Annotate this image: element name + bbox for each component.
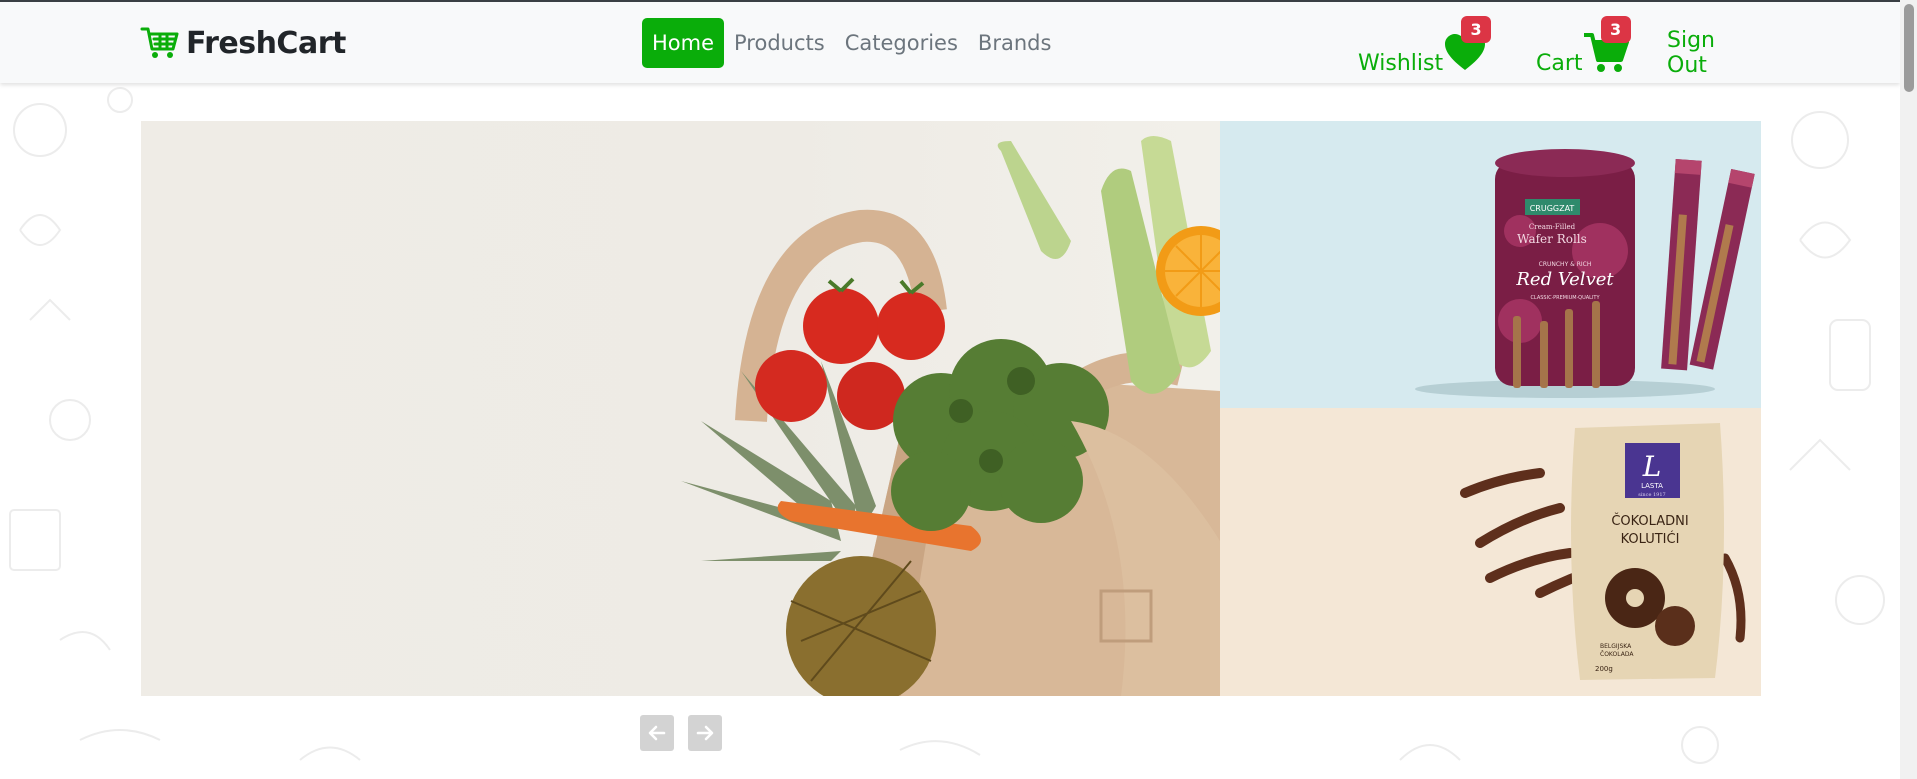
cart-icon-wrap: 3 <box>1583 16 1631 76</box>
arrow-left-icon <box>648 725 666 741</box>
side-banner-top[interactable]: CRUGGZAT Cream-Filled Wafer Rolls CRUNCH… <box>1220 121 1761 408</box>
lasta-sub2-text: ČOKOLADA <box>1600 651 1634 658</box>
main-nav: Home Products Categories Brands <box>642 18 1061 68</box>
wafer-line1-text: Cream-Filled <box>1529 223 1576 231</box>
user-actions: Wishlist 3 Cart 3 Sign Out <box>1358 16 1760 78</box>
main-slide-image[interactable] <box>141 121 1220 696</box>
cart-label: Cart <box>1536 51 1583 76</box>
wafer-tag-text: CRUNCHY & RICH <box>1539 261 1592 268</box>
nav-categories[interactable]: Categories <box>835 18 968 68</box>
navbar: FreshCart Home Products Categories Brand… <box>0 0 1900 83</box>
sign-out-link[interactable]: Sign Out <box>1667 28 1760 78</box>
nav-products[interactable]: Products <box>724 18 835 68</box>
brand-name: FreshCart <box>186 25 346 61</box>
nav-home[interactable]: Home <box>642 18 725 68</box>
slider-controls <box>640 715 722 751</box>
wafer-sub-text: CLASSIC·PREMIUM·QUALITY <box>1530 295 1600 301</box>
side-banner-bottom[interactable]: L LASTA since 1917 ČOKOLADNI KOLUTIĆI BE… <box>1220 408 1761 696</box>
brand-logo[interactable]: FreshCart <box>140 25 346 61</box>
wishlist-count-badge: 3 <box>1461 16 1492 43</box>
hero-banner: CRUGGZAT Cream-Filled Wafer Rolls CRUNCH… <box>141 121 1761 696</box>
lasta-since-text: since 1917 <box>1638 492 1665 498</box>
slider-prev-button[interactable] <box>640 715 674 751</box>
lasta-name2-text: KOLUTIĆI <box>1621 531 1680 547</box>
grocery-bag-illustration <box>681 136 1220 696</box>
arrow-right-icon <box>696 725 714 741</box>
chocolate-cookies-product: L LASTA since 1917 ČOKOLADNI KOLUTIĆI BE… <box>1460 423 1746 680</box>
lasta-weight-text: 200g <box>1595 665 1613 673</box>
lasta-name1-text: ČOKOLADNI <box>1611 513 1688 529</box>
wafer-line2-text: Wafer Rolls <box>1517 232 1587 246</box>
cart-count-badge: 3 <box>1600 16 1631 43</box>
scrollbar-thumb[interactable] <box>1904 4 1914 92</box>
shopping-cart-icon <box>140 27 179 58</box>
wishlist-label: Wishlist <box>1358 51 1444 76</box>
wafer-flavor-text: Red Velvet <box>1515 269 1614 290</box>
slider-next-button[interactable] <box>688 715 722 751</box>
page-scrollbar[interactable] <box>1900 0 1917 779</box>
lasta-sub1-text: BELGIJSKA <box>1600 643 1632 650</box>
lasta-brand-text: LASTA <box>1641 482 1663 490</box>
wafer-brand-text: CRUGGZAT <box>1530 204 1575 213</box>
cart-link[interactable]: Cart 3 <box>1536 16 1631 76</box>
wishlist-icon-wrap: 3 <box>1443 16 1492 76</box>
nav-brands[interactable]: Brands <box>968 18 1062 68</box>
wishlist-link[interactable]: Wishlist 3 <box>1358 16 1492 76</box>
lasta-logo-letter: L <box>1642 450 1662 483</box>
wafer-rolls-product: CRUGGZAT Cream-Filled Wafer Rolls CRUNCH… <box>1415 149 1755 398</box>
